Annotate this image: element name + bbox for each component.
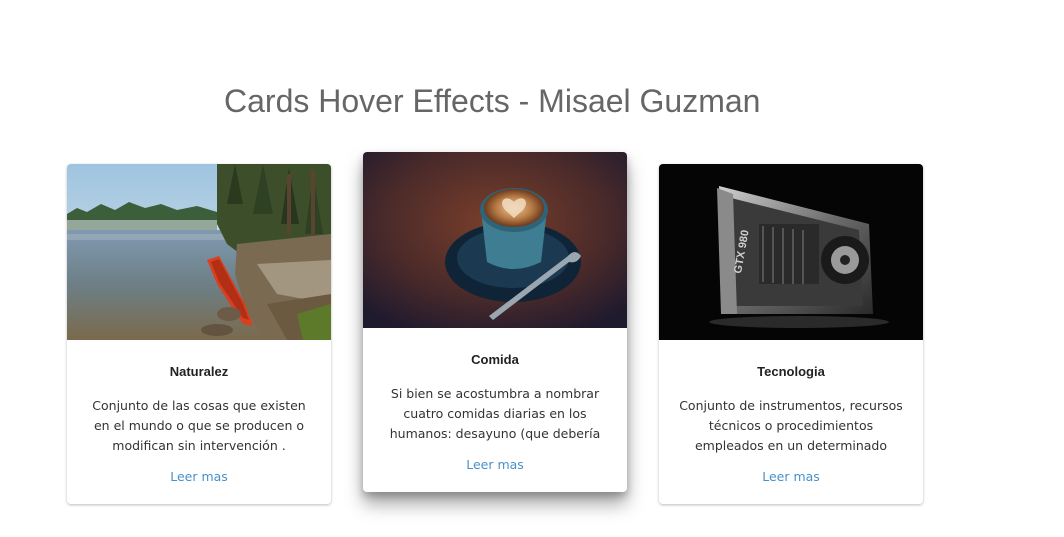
read-more-link[interactable]: Leer mas xyxy=(170,469,228,485)
card-text: Si bien se acostumbra a nombrar cuatro c… xyxy=(389,386,601,441)
card-tecnologia[interactable]: GTX 980 Tecnologia Conjunto de instrumen… xyxy=(659,164,923,504)
card-body: Naturalez Conjunto de las cosas que exis… xyxy=(67,340,331,504)
card-body: Comida Si bien se acostumbra a nombrar c… xyxy=(363,328,627,492)
page: Cards Hover Effects - Misael Guzman Natu… xyxy=(0,0,1064,537)
card-title: Tecnologia xyxy=(757,364,825,379)
read-more-link[interactable]: Leer mas xyxy=(466,457,524,473)
card-body: Tecnologia Conjunto de instrumentos, rec… xyxy=(659,340,923,504)
coffee-cup-image xyxy=(363,152,627,328)
page-title: Cards Hover Effects - Misael Guzman xyxy=(224,83,761,119)
lake-canoe-image xyxy=(67,164,331,340)
card-title: Comida xyxy=(471,352,519,367)
card-text: Conjunto de las cosas que existen en el … xyxy=(92,398,306,453)
card-comida[interactable]: Comida Si bien se acostumbra a nombrar c… xyxy=(363,152,627,492)
card-title: Naturalez xyxy=(169,364,229,379)
card-naturaleza[interactable]: Naturalez Conjunto de las cosas que exis… xyxy=(67,164,331,504)
graphics-card-image: GTX 980 xyxy=(659,164,923,340)
read-more-link[interactable]: Leer mas xyxy=(762,469,820,485)
card-text: Conjunto de instrumentos, recursos técni… xyxy=(679,398,903,453)
